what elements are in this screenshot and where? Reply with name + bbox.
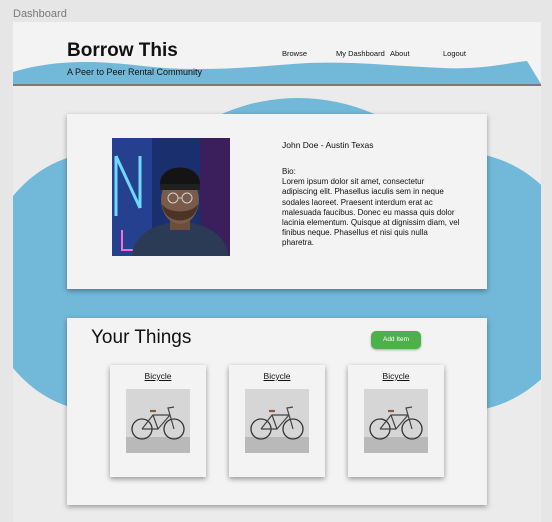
your-things-heading: Your Things bbox=[91, 327, 192, 348]
bicycle-photo bbox=[126, 389, 190, 453]
nav-my-dashboard[interactable]: My Dashboard bbox=[336, 49, 385, 58]
nav-browse[interactable]: Browse bbox=[282, 49, 307, 58]
bicycle-photo bbox=[364, 389, 428, 453]
profile-name: John Doe - Austin Texas bbox=[282, 140, 374, 150]
profile-card: John Doe - Austin Texas Bio: Lorem ipsum… bbox=[67, 114, 487, 289]
item-title-link[interactable]: Bicycle bbox=[229, 371, 325, 381]
site-logo[interactable]: Borrow This bbox=[67, 40, 178, 62]
item-title-link[interactable]: Bicycle bbox=[348, 371, 444, 381]
item-card[interactable]: Bicycle bbox=[110, 365, 206, 477]
item-card[interactable]: Bicycle bbox=[348, 365, 444, 477]
add-item-button[interactable]: Add Item bbox=[371, 331, 421, 349]
site-header: Borrow This A Peer to Peer Rental Commun… bbox=[13, 22, 541, 86]
dashboard-frame: Borrow This A Peer to Peer Rental Commun… bbox=[13, 22, 541, 522]
frame-label: Dashboard bbox=[13, 8, 67, 20]
avatar bbox=[112, 138, 230, 256]
bicycle-photo bbox=[245, 389, 309, 453]
item-card[interactable]: Bicycle bbox=[229, 365, 325, 477]
avatar-photo bbox=[112, 138, 230, 256]
nav-about[interactable]: About bbox=[390, 49, 410, 58]
profile-bio: Bio: Lorem ipsum dolor sit amet, consect… bbox=[282, 167, 460, 248]
header-divider bbox=[13, 84, 541, 86]
item-title-link[interactable]: Bicycle bbox=[110, 371, 206, 381]
your-things-card: Your Things Add Item Bicycle Bicycle Bic… bbox=[67, 318, 487, 505]
nav-logout[interactable]: Logout bbox=[443, 49, 466, 58]
site-tagline: A Peer to Peer Rental Community bbox=[67, 67, 203, 77]
